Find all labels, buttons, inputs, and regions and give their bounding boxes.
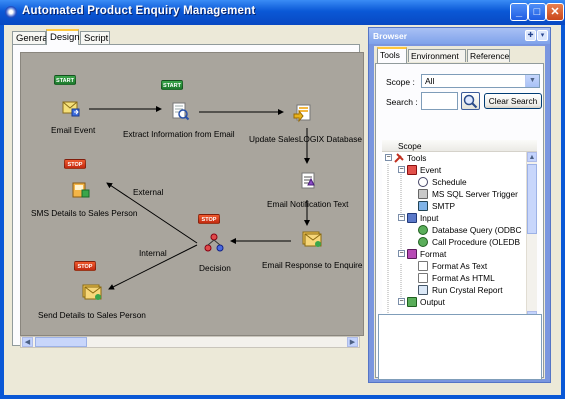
tab-script[interactable]: Script [80, 31, 110, 44]
database-icon [418, 225, 428, 235]
tree-column-header[interactable]: Scope [382, 140, 537, 152]
tools-icon [394, 153, 404, 163]
input-icon [407, 213, 417, 223]
node-label-email-response: Email Response to Enquirer [262, 260, 364, 270]
search-button[interactable] [461, 92, 480, 110]
server-icon [418, 189, 428, 199]
pin-icon[interactable]: ✚ [525, 30, 536, 41]
stop-badge: STOP [74, 261, 96, 271]
format-icon [407, 249, 417, 259]
app-window: Automated Product Enquiry Management _ □… [0, 0, 565, 399]
window-frame-left [0, 25, 4, 399]
title-bar[interactable]: Automated Product Enquiry Management _ □… [0, 0, 565, 25]
tree-item-label: Schedule [432, 177, 467, 187]
tools-tree[interactable]: − Tools − Event Schedule MS SQL Server T… [382, 152, 526, 323]
tree-item-label: Database Query (ODBC [432, 225, 522, 235]
node-label-email-event: Email Event [51, 125, 96, 135]
start-badge: START [54, 75, 76, 85]
tree-item-label: Format As Text [432, 261, 488, 271]
tree-vertical-scrollbar[interactable]: ▲ ▼ [526, 152, 537, 323]
scope-select-value: All [425, 76, 435, 86]
window-title: Automated Product Enquiry Management [22, 5, 256, 17]
event-icon [407, 165, 417, 175]
node-label-update-database: Update SalesLOGIX Database [249, 134, 362, 144]
browser-title: Browser [373, 31, 408, 41]
maximize-button[interactable]: □ [528, 3, 546, 21]
mail-server-icon [418, 201, 428, 211]
email-event-icon[interactable] [61, 98, 81, 118]
node-label-extract-information: Extract Information from Email [123, 129, 235, 139]
email-notification-icon[interactable] [299, 171, 319, 191]
node-label-send-details: Send Details to Sales Person [38, 310, 146, 320]
tree-item-label: Tools [407, 153, 427, 163]
scope-label: Scope : [386, 77, 415, 87]
tab-tools[interactable]: Tools [377, 47, 407, 63]
stop-badge: STOP [198, 214, 220, 224]
tree-item-label: Format As HTML [432, 273, 495, 283]
search-label: Search : [386, 97, 418, 107]
close-button[interactable]: ✕ [546, 3, 564, 21]
chevron-down-icon[interactable]: ▼ [525, 75, 539, 87]
update-database-icon[interactable] [293, 103, 313, 123]
clock-icon [418, 177, 428, 187]
edge-label-internal: Internal [139, 248, 167, 258]
browser-header[interactable]: Browser ✚ ▾ [369, 28, 550, 44]
sms-icon[interactable] [71, 180, 91, 200]
text-document-icon [418, 261, 428, 271]
email-response-icon[interactable] [302, 229, 322, 249]
collapse-toggle[interactable]: − [385, 154, 392, 161]
clear-search-button[interactable]: Clear Search [484, 93, 542, 109]
app-icon [5, 6, 17, 18]
scroll-thumb[interactable] [527, 164, 537, 234]
search-icon [463, 94, 478, 109]
tab-design[interactable]: Design [46, 29, 80, 45]
node-label-email-notification: Email Notification Text [267, 199, 349, 209]
tree-item-label: Event [420, 165, 442, 175]
minimize-button[interactable]: _ [510, 3, 528, 21]
collapse-toggle[interactable]: − [398, 214, 405, 221]
window-frame-right [561, 25, 565, 399]
tab-general[interactable]: General [12, 31, 50, 44]
workflow-canvas[interactable]: START Email Event START Extract Informat… [20, 52, 364, 336]
send-details-icon[interactable] [82, 282, 102, 302]
node-label-decision: Decision [199, 263, 231, 273]
output-icon [407, 297, 417, 307]
stop-badge: STOP [64, 159, 86, 169]
tree-item-label: Call Procedure (OLEDB [432, 237, 521, 247]
scroll-left-arrow[interactable]: ◀ [22, 337, 33, 347]
scroll-thumb[interactable] [35, 337, 87, 347]
report-icon [418, 285, 428, 295]
collapse-toggle[interactable]: − [398, 250, 405, 257]
tab-reference[interactable]: Reference [467, 49, 510, 62]
tree-item-label: SMTP [432, 201, 456, 211]
tree-item-label: Output [420, 297, 445, 307]
tree-item-label: Run Crystal Report [432, 285, 503, 295]
procedure-icon [418, 237, 428, 247]
description-box [378, 314, 542, 380]
edge-label-external: External [133, 187, 164, 197]
scroll-right-arrow[interactable]: ▶ [347, 337, 358, 347]
canvas-horizontal-scrollbar[interactable]: ◀ ▶ [20, 336, 360, 348]
extract-information-icon[interactable] [170, 101, 190, 121]
html-document-icon [418, 273, 428, 283]
window-frame-bottom [0, 395, 565, 399]
scope-select[interactable]: All ▼ [421, 74, 540, 88]
tab-environment[interactable]: Environment [408, 49, 466, 62]
tree-item-label: Input [420, 213, 439, 223]
search-input[interactable] [421, 92, 458, 110]
start-badge: START [161, 80, 183, 90]
decision-icon[interactable] [204, 233, 224, 253]
tree-item-label: Format [420, 249, 447, 259]
scroll-up-arrow[interactable]: ▲ [527, 152, 537, 162]
node-label-sms-details: SMS Details to Sales Person [31, 208, 138, 218]
tree-item-label: MS SQL Server Trigger [432, 189, 518, 199]
collapse-toggle[interactable]: − [398, 166, 405, 173]
collapse-toggle[interactable]: − [398, 298, 405, 305]
chevron-down-icon[interactable]: ▾ [537, 30, 548, 41]
